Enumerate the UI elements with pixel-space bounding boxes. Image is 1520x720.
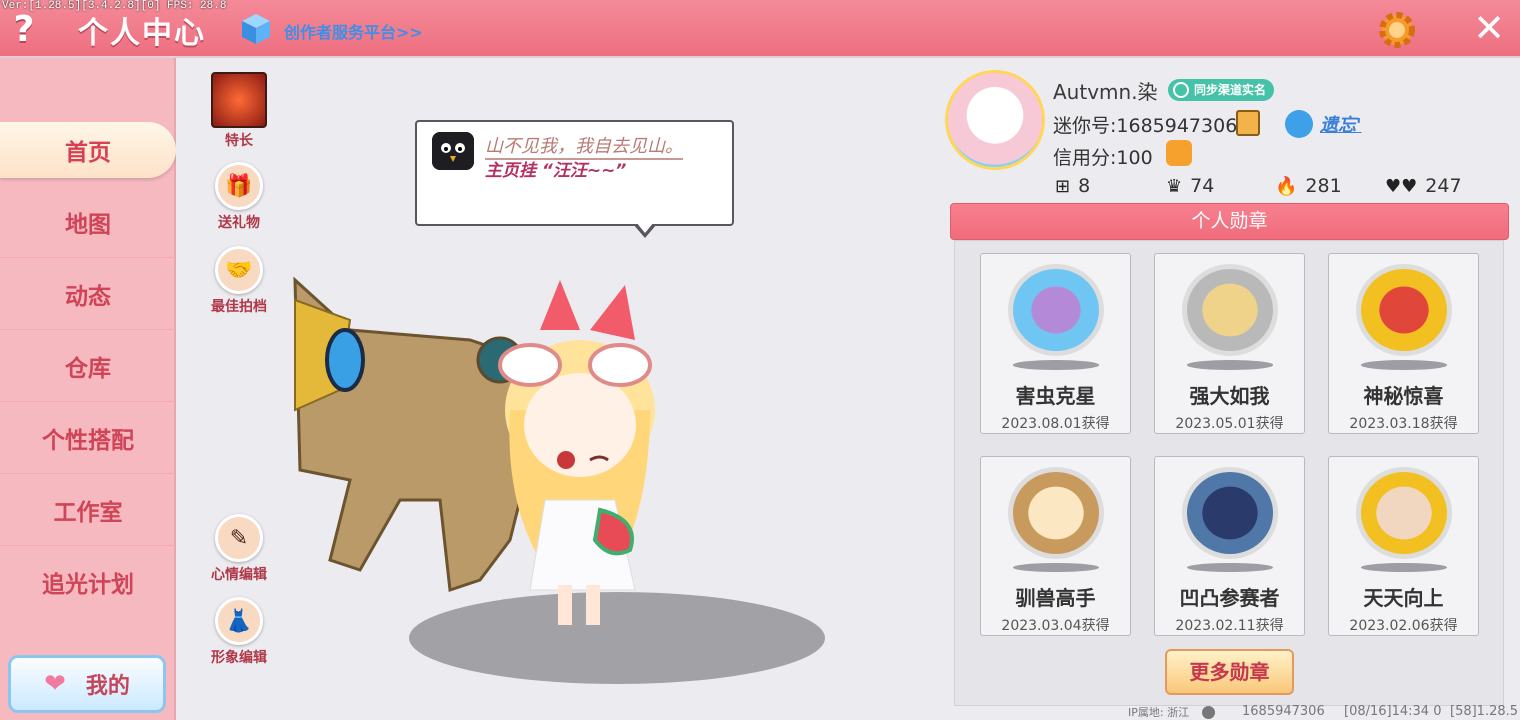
medal-shadow — [1186, 562, 1273, 572]
medal-shadow — [1360, 360, 1447, 370]
stat-popularity-value: 281 — [1305, 175, 1342, 197]
medal-pest-icon — [1007, 264, 1104, 357]
medal-daily-icon — [1355, 467, 1452, 559]
gear-icon[interactable] — [1376, 9, 1418, 51]
heart-icon: ❤ — [44, 669, 66, 699]
medal-date: 2023.02.11获得 — [1175, 618, 1284, 634]
close-button[interactable]: ✕ — [1470, 8, 1508, 48]
bubble-tail-inner — [636, 222, 654, 233]
outfit-icon: 👗 — [215, 597, 263, 645]
medal-name: 神秘惊喜 — [1363, 384, 1444, 408]
medal-card[interactable]: 天天向上 2023.02.06获得 — [1328, 456, 1479, 636]
followers-icon: ♛ — [1166, 175, 1183, 197]
partner-label: 最佳拍档 — [211, 299, 267, 315]
info-icon[interactable] — [1202, 706, 1215, 719]
stat-followers-value: 74 — [1190, 175, 1215, 197]
copy-icon[interactable] — [1236, 110, 1260, 136]
sidebar: 首页 地图 动态 仓库 个性搭配 工作室 追光计划 ❤ 我的 — [0, 58, 176, 720]
medal-shadow — [1360, 562, 1447, 572]
clan-link[interactable]: 遗忘' — [1320, 111, 1362, 137]
mine-button[interactable]: ❤ 我的 — [8, 655, 166, 713]
partner-button[interactable]: 🤝 最佳拍档 — [204, 246, 274, 316]
footer-time: [08/16]14:34 0 — [1344, 704, 1442, 719]
help-button[interactable]: ? — [4, 8, 44, 52]
medal-name: 天天向上 — [1363, 586, 1444, 610]
character-avatar-scene[interactable] — [290, 260, 850, 690]
medal-card[interactable]: 神秘惊喜 2023.03.18获得 — [1328, 253, 1479, 434]
mine-label: 我的 — [85, 674, 130, 699]
medal-date: 2023.03.04获得 — [1001, 618, 1110, 634]
homepage-status-text: 主页挂 “汪汪~~” — [485, 161, 627, 181]
footer-build: [58]1.28.5 — [1450, 704, 1519, 719]
ip-location: IP属地: 浙江 — [1128, 706, 1190, 719]
page-title: 个人中心 — [78, 16, 206, 51]
medal-name: 凹凸参赛者 — [1179, 586, 1280, 610]
profile-avatar[interactable] — [945, 70, 1045, 170]
realname-badge[interactable]: 同步渠道实名 — [1168, 79, 1275, 101]
medal-shadow — [1012, 562, 1099, 572]
stat-popularity[interactable]: 🔥 281 — [1275, 175, 1342, 197]
mood-edit-label: 心情编辑 — [211, 567, 267, 583]
hearts-icon: ♥♥ — [1385, 175, 1418, 197]
medal-date: 2023.08.01获得 — [1001, 416, 1110, 432]
realname-badge-label: 同步渠道实名 — [1194, 83, 1267, 97]
medal-shadow — [1012, 360, 1099, 370]
medal-date: 2023.05.01获得 — [1175, 416, 1284, 432]
medal-card[interactable]: 强大如我 2023.05.01获得 — [1154, 253, 1305, 434]
medal-surprise-icon — [1355, 264, 1452, 357]
skill-label: 特长 — [225, 133, 253, 149]
stat-likes-value: 247 — [1425, 175, 1462, 197]
edit-icon: ✎ — [215, 514, 263, 562]
bird-emoji-icon — [432, 132, 474, 170]
mini-id: 迷你号:1685947306 — [1053, 115, 1238, 137]
sidebar-item-home[interactable]: 首页 — [0, 122, 176, 178]
medal-name: 害虫克星 — [1015, 384, 1096, 408]
medal-card[interactable]: 凹凸参赛者 2023.02.11获得 — [1154, 456, 1305, 636]
plus-icon: ⊞ — [1055, 175, 1071, 197]
stat-likes[interactable]: ♥♥ 247 — [1385, 175, 1462, 197]
stat-followers[interactable]: ♛ 74 — [1166, 175, 1214, 197]
medals-title: 个人勋章 — [950, 203, 1509, 240]
gift-button[interactable]: 🎁 送礼物 — [204, 162, 274, 232]
sidebar-item-lightchase[interactable]: 追光计划 — [0, 546, 176, 618]
medal-card[interactable]: 害虫克星 2023.08.01获得 — [980, 253, 1131, 434]
medal-strong-icon — [1181, 264, 1278, 357]
appearance-edit-label: 形象编辑 — [211, 650, 267, 666]
appearance-edit-button[interactable]: 👗 形象编辑 — [204, 597, 274, 667]
skill-button[interactable]: 特长 — [204, 72, 274, 150]
stat-plus[interactable]: ⊞ 8 — [1055, 175, 1090, 197]
sidebar-item-outfit[interactable]: 个性搭配 — [0, 402, 176, 474]
stat-plus-value: 8 — [1078, 175, 1091, 197]
handshake-icon: 🤝 — [215, 246, 263, 294]
gift-icon: 🎁 — [215, 162, 263, 210]
medal-date: 2023.02.06获得 — [1349, 618, 1458, 634]
sidebar-item-feed[interactable]: 动态 — [0, 258, 176, 330]
medal-date: 2023.03.18获得 — [1349, 416, 1458, 432]
top-bar: ? 个人中心 创作者服务平台>> ✕ — [0, 0, 1520, 58]
medal-name: 强大如我 — [1189, 384, 1270, 408]
sidebar-item-warehouse[interactable]: 仓库 — [0, 330, 176, 402]
fire-icon: 🔥 — [1275, 175, 1298, 197]
medal-card[interactable]: 驯兽高手 2023.03.04获得 — [980, 456, 1131, 636]
creator-cube-icon[interactable] — [240, 12, 272, 46]
medal-tamer-icon — [1007, 467, 1104, 559]
medal-name: 驯兽高手 — [1015, 586, 1096, 610]
realname-icon — [1173, 82, 1189, 98]
medal-shadow — [1186, 360, 1273, 370]
sidebar-item-studio[interactable]: 工作室 — [0, 474, 176, 546]
more-medals-button[interactable]: 更多勋章 — [1165, 649, 1294, 695]
medal-contestant-icon — [1181, 467, 1278, 559]
credit-icon[interactable] — [1166, 140, 1192, 166]
gift-label: 送礼物 — [218, 215, 260, 231]
mood-edit-button[interactable]: ✎ 心情编辑 — [204, 514, 274, 584]
skill-icon — [211, 72, 267, 128]
creator-platform-link[interactable]: 创作者服务平台>> — [284, 19, 423, 43]
sidebar-item-map[interactable]: 地图 — [0, 186, 176, 258]
username: Autvmn.染 — [1053, 80, 1158, 104]
credit-score: 信用分:100 — [1053, 147, 1153, 169]
clan-icon — [1285, 110, 1313, 138]
footer-uid: 1685947306 — [1242, 704, 1325, 719]
version-info: Ver:[1.28.5][3.4.2.8][0] FPS: 28.8 — [2, 0, 227, 12]
